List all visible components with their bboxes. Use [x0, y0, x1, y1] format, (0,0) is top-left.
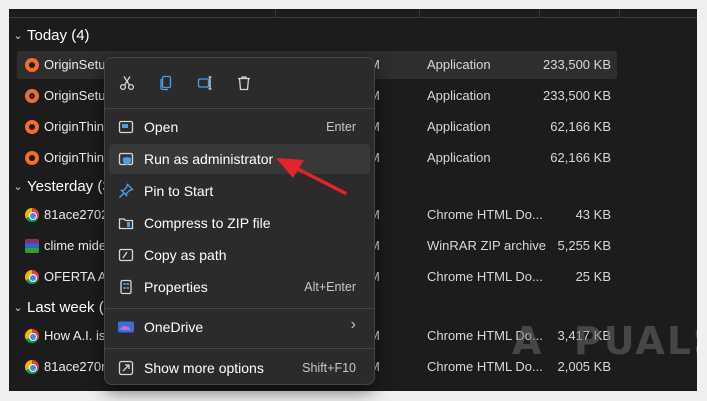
- annotation-arrow: [276, 158, 347, 195]
